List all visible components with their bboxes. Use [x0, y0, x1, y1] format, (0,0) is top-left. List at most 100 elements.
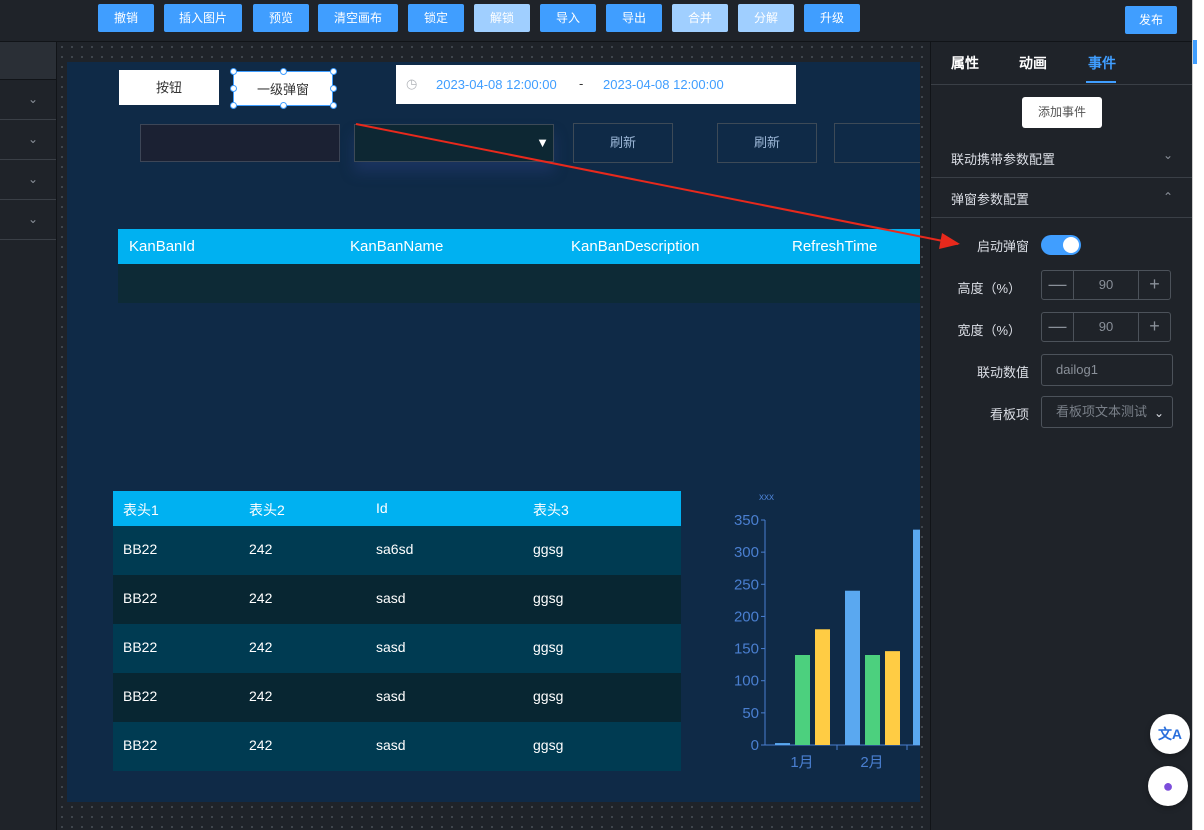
table-col-header: 表头2 [249, 502, 285, 518]
active-tab-indicator [1086, 81, 1116, 83]
table-cell: BB22 [123, 688, 158, 704]
plus-icon[interactable]: + [1138, 313, 1170, 341]
kanban-table-body [118, 264, 920, 303]
data-table[interactable]: 表头1 表头2 Id 表头3 BB22 242 sa6sd ggsg BB22 … [113, 491, 681, 771]
resize-handle[interactable] [280, 102, 287, 109]
assistant-icon[interactable]: ● [1148, 766, 1188, 806]
chevron-down-icon: ⌄ [27, 92, 38, 106]
canvas-select-component[interactable]: ▼ [354, 124, 554, 162]
minus-icon[interactable]: — [1042, 313, 1074, 341]
y-tick-label: 250 [734, 576, 759, 593]
y-tick-label: 50 [742, 705, 759, 722]
table-row[interactable]: BB22 242 sasd ggsg [113, 575, 681, 624]
lock-button[interactable]: 锁定 [408, 4, 464, 32]
section-dialog-params[interactable]: 弹窗参数配置 ⌃ [931, 178, 1193, 218]
tab-animation[interactable]: 动画 [1019, 53, 1047, 73]
board-item-label: 看板项 [989, 407, 1029, 422]
split-button[interactable]: 分解 [738, 4, 794, 32]
clear-canvas-button[interactable]: 清空画布 [318, 4, 398, 32]
y-tick-label: 300 [734, 544, 759, 561]
section-title: 弹窗参数配置 [951, 192, 1030, 207]
tab-events[interactable]: 事件 [1088, 53, 1116, 73]
date-end[interactable]: 2023-04-08 12:00:00 [603, 77, 724, 92]
board-item-select[interactable]: 看板项文本测试 ⌄ [1041, 396, 1173, 428]
translate-icon[interactable]: 文A [1150, 714, 1190, 754]
height-value[interactable]: 90 [1074, 271, 1138, 299]
left-panel-group[interactable]: ⌄ [0, 120, 56, 160]
chevron-down-icon: ⌄ [1153, 406, 1164, 420]
table-cell: 242 [249, 688, 273, 704]
canvas-dialog-component[interactable]: 一级弹窗 [233, 71, 333, 106]
table-cell: sasd [376, 688, 406, 704]
enable-dialog-toggle[interactable] [1041, 235, 1081, 255]
left-panel-group[interactable]: ⌄ [0, 80, 56, 120]
canvas-button-component[interactable]: 按钮 [119, 70, 219, 105]
resize-handle[interactable] [330, 102, 337, 109]
height-stepper[interactable]: — 90 + [1041, 270, 1171, 300]
resize-handle[interactable] [230, 85, 237, 92]
table-cell: ggsg [533, 541, 564, 557]
left-panel-group[interactable]: ⌄ [0, 200, 56, 240]
x-tick-label: 1月 [790, 754, 813, 771]
bar-chart[interactable]: xxx 0 50 100 150 200 250 300 350 1月 2月 [707, 487, 920, 777]
tab-properties[interactable]: 属性 [951, 53, 979, 73]
bar [913, 529, 920, 745]
table-row[interactable]: BB22 242 sasd ggsg [113, 673, 681, 722]
table-cell: ggsg [533, 737, 564, 753]
insert-image-button[interactable]: 插入图片 [164, 4, 242, 32]
table-cell: sasd [376, 639, 406, 655]
refresh-button-2[interactable]: 刷新 [717, 123, 817, 163]
y-tick-label: 100 [734, 673, 759, 690]
width-value[interactable]: 90 [1074, 313, 1138, 341]
enable-dialog-label: 启动弹窗 [976, 239, 1029, 254]
date-start[interactable]: 2023-04-08 12:00:00 [436, 77, 557, 92]
tab-divider [931, 84, 1193, 85]
table-cell: BB22 [123, 590, 158, 606]
kanban-table[interactable]: KanBanId KanBanName KanBanDescription Re… [118, 229, 920, 303]
export-button[interactable]: 导出 [606, 4, 662, 32]
date-range-picker[interactable]: ◷ 2023-04-08 12:00:00 - 2023-04-08 12:00… [396, 65, 796, 104]
upgrade-button[interactable]: 升级 [804, 4, 860, 32]
canvas-blank-button[interactable] [834, 123, 920, 163]
unlock-button[interactable]: 解锁 [474, 4, 530, 32]
x-tick-label: 2月 [860, 754, 883, 771]
link-value-input[interactable]: dailog1 [1041, 354, 1173, 386]
import-button[interactable]: 导入 [540, 4, 596, 32]
section-title: 联动携带参数配置 [951, 152, 1056, 167]
table-col-header: 表头1 [123, 502, 159, 518]
table-cell: 242 [249, 639, 273, 655]
left-panel-header [0, 42, 56, 80]
section-linkage-params[interactable]: 联动携带参数配置 ⌄ [931, 138, 1193, 178]
table-col-header: Id [376, 500, 388, 516]
table-cell: BB22 [123, 541, 158, 557]
canvas-input-component[interactable] [140, 124, 340, 162]
minus-icon[interactable]: — [1042, 271, 1074, 299]
add-event-button[interactable]: 添加事件 [1022, 97, 1102, 128]
plus-icon[interactable]: + [1138, 271, 1170, 299]
left-component-panel: ⌄ ⌄ ⌄ ⌄ [0, 42, 57, 830]
y-tick-label: 150 [734, 641, 759, 658]
width-stepper[interactable]: — 90 + [1041, 312, 1171, 342]
resize-handle[interactable] [280, 68, 287, 75]
merge-button[interactable]: 合并 [672, 4, 728, 32]
left-panel-group[interactable]: ⌄ [0, 160, 56, 200]
board-item-placeholder: 看板项文本测试 [1056, 404, 1148, 419]
refresh-button[interactable]: 刷新 [573, 123, 673, 163]
height-label: 高度（%） [957, 281, 1021, 296]
design-canvas[interactable]: 按钮 一级弹窗 ◷ 2023-04-08 12:00:00 - 2023-04-… [67, 62, 920, 802]
chevron-down-icon: ⌄ [27, 172, 38, 186]
resize-handle[interactable] [230, 68, 237, 75]
resize-handle[interactable] [230, 102, 237, 109]
table-row[interactable]: BB22 242 sa6sd ggsg [113, 526, 681, 575]
table-cell: sasd [376, 590, 406, 606]
table-row[interactable]: BB22 242 sasd ggsg [113, 624, 681, 673]
undo-button[interactable]: 撤销 [98, 4, 154, 32]
publish-button[interactable]: 发布 [1125, 6, 1177, 34]
chevron-up-icon: ⌃ [1162, 190, 1173, 204]
clock-icon: ◷ [406, 76, 418, 91]
resize-handle[interactable] [330, 85, 337, 92]
table-cell: 242 [249, 541, 273, 557]
table-row[interactable]: BB22 242 sasd ggsg [113, 722, 681, 771]
preview-button[interactable]: 预览 [253, 4, 309, 32]
resize-handle[interactable] [330, 68, 337, 75]
